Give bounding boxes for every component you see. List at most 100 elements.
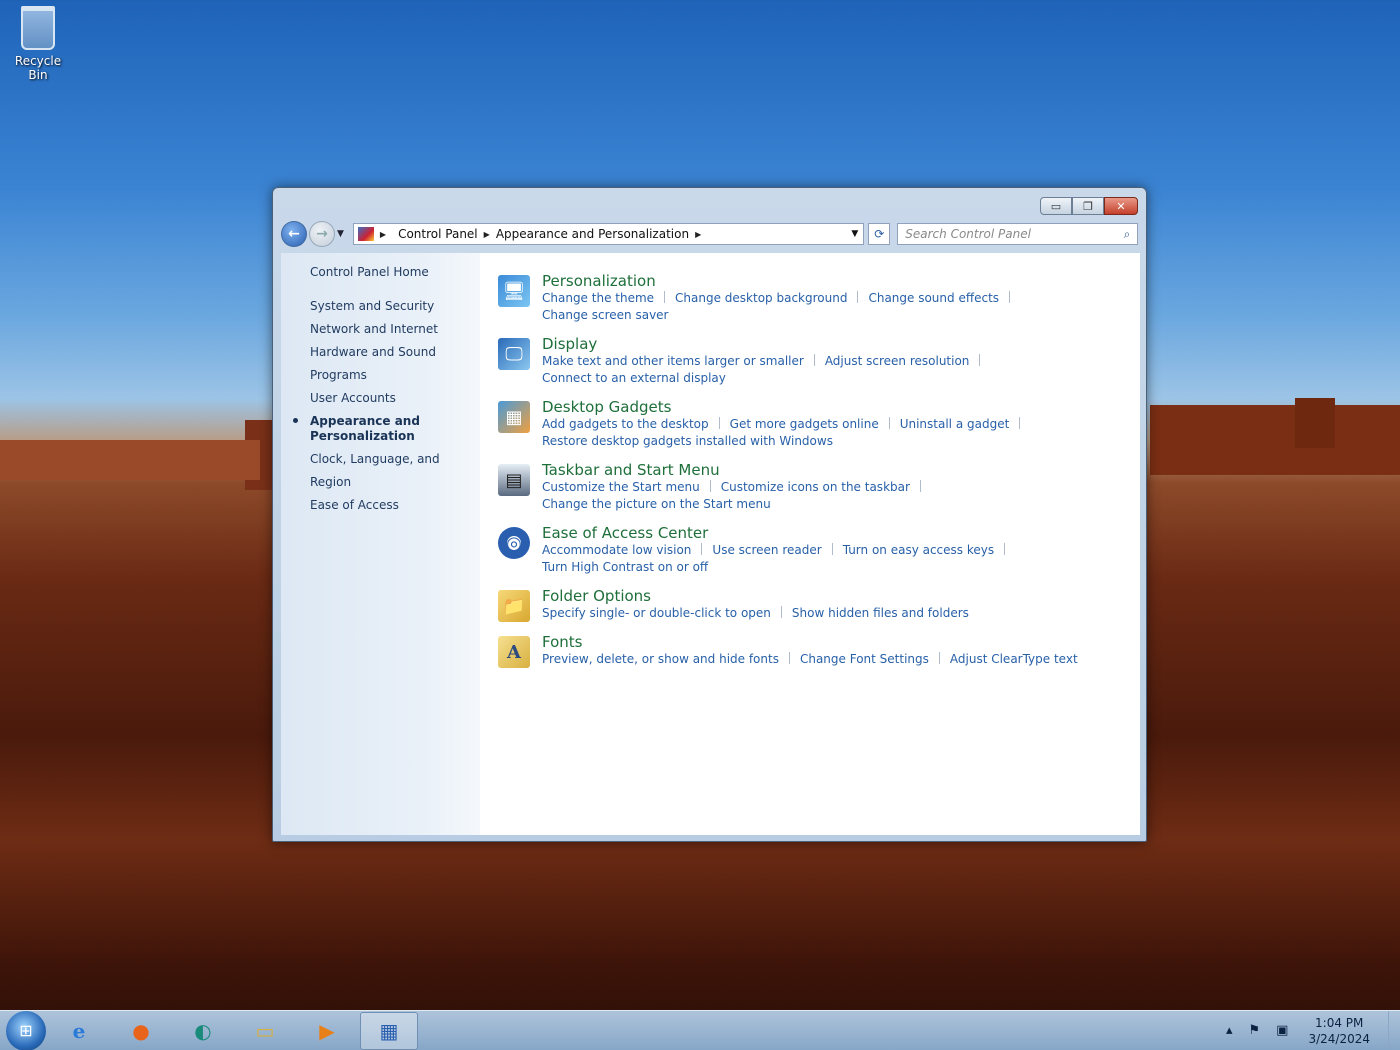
link-external-display[interactable]: Connect to an external display [542,371,726,385]
link-get-more-gadgets[interactable]: Get more gadgets online [730,417,879,431]
file-explorer-icon[interactable]: ▭ [236,1012,294,1050]
recycle-bin-desktop-icon[interactable]: Recycle Bin [6,6,70,82]
divider [664,291,666,303]
control-panel-window: ▭ ❐ ✕ ← → ▼ ▶ Control Panel ▶ Appearance… [272,187,1147,842]
category-desktop-gadgets: ▦ Desktop Gadgets Add gadgets to the des… [498,398,1140,450]
category-title[interactable]: Display [542,335,1140,353]
app-icon[interactable]: ◐ [174,1012,232,1050]
divider [1009,291,1011,303]
action-center-flag-icon[interactable]: ⚑ [1249,1023,1261,1038]
refresh-icon: ⟳ [874,227,885,241]
back-button[interactable]: ← [281,221,307,247]
folder-options-icon[interactable]: 📁 [498,590,530,622]
sidebar-item-label: Appearance and Personalization [310,414,420,443]
display-icon[interactable]: 🖵 [498,338,530,370]
sidebar-item-network-internet[interactable]: Network and Internet [281,318,480,341]
link-cleartype[interactable]: Adjust ClearType text [950,652,1078,666]
ease-of-access-icon[interactable]: ◎ [498,527,530,559]
link-restore-gadgets[interactable]: Restore desktop gadgets installed with W… [542,434,833,448]
category-title[interactable]: Fonts [542,633,1078,651]
link-single-double-click[interactable]: Specify single- or double-click to open [542,606,771,620]
sidebar-item-user-accounts[interactable]: User Accounts [281,387,480,410]
link-change-theme[interactable]: Change the theme [542,291,654,305]
category-title[interactable]: Folder Options [542,587,969,605]
link-high-contrast[interactable]: Turn High Contrast on or off [542,560,708,574]
breadcrumb-appearance[interactable]: Appearance and Personalization [490,227,695,241]
category-ease-of-access: ◎ Ease of Access Center Accommodate low … [498,524,1140,576]
link-change-desktop-background[interactable]: Change desktop background [675,291,847,305]
address-dropdown-icon[interactable]: ▼ [845,229,863,239]
divider [888,417,890,429]
search-placeholder: Search Control Panel [905,227,1031,241]
close-button[interactable]: ✕ [1104,197,1138,215]
sidebar-item-clock-language-region[interactable]: Clock, Language, and Region [281,448,480,494]
category-title[interactable]: Desktop Gadgets [542,398,1030,416]
category-title[interactable]: Ease of Access Center [542,524,1140,542]
category-title[interactable]: Taskbar and Start Menu [542,461,1140,479]
recycle-bin-icon [21,6,55,50]
link-uninstall-gadget[interactable]: Uninstall a gadget [900,417,1010,431]
refresh-button[interactable]: ⟳ [868,223,891,245]
control-panel-icon[interactable]: ▦ [360,1011,418,1050]
link-screen-resolution[interactable]: Adjust screen resolution [825,354,970,368]
divider [701,543,703,555]
address-bar[interactable]: ▶ Control Panel ▶ Appearance and Persona… [352,223,865,245]
content-area: Control Panel Home System and Security N… [281,253,1140,835]
divider [813,354,815,366]
clock[interactable]: 1:04 PM 3/24/2024 [1308,1015,1370,1047]
search-icon[interactable]: ⌕ [1117,227,1137,242]
divider [718,417,720,429]
fonts-icon[interactable]: A [498,636,530,668]
link-change-start-picture[interactable]: Change the picture on the Start menu [542,497,771,511]
breadcrumb-separator-icon[interactable]: ▶ [374,230,392,239]
link-add-gadgets[interactable]: Add gadgets to the desktop [542,417,709,431]
minimize-button[interactable]: ▭ [1040,197,1072,215]
sidebar-item-appearance-personalization[interactable]: Appearance and Personalization [281,410,480,448]
category-taskbar-start-menu: ▤ Taskbar and Start Menu Customize the S… [498,461,1140,513]
gadgets-icon[interactable]: ▦ [498,401,530,433]
caption-buttons: ▭ ❐ ✕ [1040,197,1138,215]
maximize-button[interactable]: ❐ [1072,197,1104,215]
link-hidden-files[interactable]: Show hidden files and folders [792,606,969,620]
media-player-icon[interactable]: ▶ [298,1012,356,1050]
divider [780,606,782,618]
network-icon[interactable]: ▣ [1276,1023,1288,1038]
control-panel-home-link[interactable]: Control Panel Home [281,265,480,279]
link-preview-fonts[interactable]: Preview, delete, or show and hide fonts [542,652,779,666]
forward-button[interactable]: → [308,221,335,247]
category-title[interactable]: Personalization [542,272,1140,290]
personalization-icon[interactable]: 🖥 [498,275,530,307]
link-change-screen-saver[interactable]: Change screen saver [542,308,669,322]
divider [1004,543,1006,555]
firefox-icon[interactable]: ● [112,1012,170,1050]
taskbar-icon[interactable]: ▤ [498,464,530,496]
recent-pages-dropdown[interactable]: ▼ [337,229,349,239]
show-desktop-button[interactable] [1388,1010,1400,1050]
link-easy-access-keys[interactable]: Turn on easy access keys [843,543,994,557]
category-fonts: A Fonts Preview, delete, or show and hid… [498,633,1140,668]
link-screen-reader[interactable]: Use screen reader [712,543,821,557]
breadcrumb-control-panel[interactable]: Control Panel [392,227,484,241]
system-tray: ▴ ⚑ ▣ 1:04 PM 3/24/2024 [1218,1010,1400,1050]
search-input[interactable]: Search Control Panel ⌕ [897,223,1138,245]
sidebar-item-programs[interactable]: Programs [281,364,480,387]
internet-explorer-icon[interactable]: e [50,1012,108,1050]
divider [857,291,859,303]
link-font-settings[interactable]: Change Font Settings [800,652,929,666]
sidebar-item-ease-of-access[interactable]: Ease of Access [281,494,480,517]
show-hidden-icons-icon[interactable]: ▴ [1226,1023,1233,1038]
breadcrumb-separator-icon[interactable]: ▶ [695,230,701,239]
sidebar-item-system-security[interactable]: System and Security [281,295,480,318]
start-orb-icon[interactable]: ⊞ [6,1010,46,1050]
category-personalization: 🖥 Personalization Change the theme Change… [498,272,1140,324]
link-customize-start-menu[interactable]: Customize the Start menu [542,480,700,494]
link-customize-taskbar-icons[interactable]: Customize icons on the taskbar [721,480,910,494]
link-change-sound-effects[interactable]: Change sound effects [868,291,999,305]
sidebar-item-hardware-sound[interactable]: Hardware and Sound [281,341,480,364]
link-low-vision[interactable]: Accommodate low vision [542,543,691,557]
taskbar: ⊞ e ● ◐ ▭ ▶ ▦ ▴ ⚑ ▣ 1:04 PM 3/24/2024 [0,1010,1400,1050]
navigation-bar: ← → ▼ ▶ Control Panel ▶ Appearance and P… [281,221,1138,247]
link-text-size[interactable]: Make text and other items larger or smal… [542,354,804,368]
divider [979,354,981,366]
left-navigation-pane: Control Panel Home System and Security N… [281,253,480,835]
